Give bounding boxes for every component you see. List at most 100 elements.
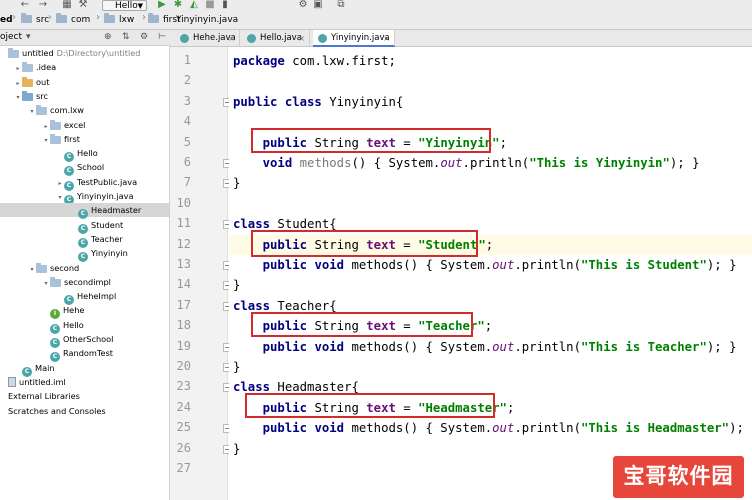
code-token: String [307,237,367,252]
breadcrumb-separator: › [142,12,146,23]
breadcrumb-file[interactable]: Yinyinyin.java [176,13,238,27]
code-line[interactable]: public void methods() { System.out.print… [233,337,737,357]
breadcrumb-com[interactable]: com [56,13,90,27]
tree-item[interactable]: C RandomTest [0,346,169,363]
code-token: } [233,176,241,191]
coverage-icon[interactable]: ◭ [189,0,199,10]
code-line[interactable]: public String text = "Teacher"; [233,316,493,336]
folder-icon [104,13,115,23]
build-icon[interactable]: ⚒ [78,0,88,10]
code-token: Student{ [270,217,337,232]
tree-item[interactable]: ▾ second [0,261,169,275]
code-line[interactable]: class Student{ [233,214,337,234]
tree-item[interactable]: ▸ out [0,75,169,89]
code-token: public class [233,94,322,109]
tree-item[interactable]: ▸ .idea [0,60,169,74]
code-line[interactable]: } [233,173,240,193]
tree-item[interactable]: ▾ secondimpl [0,275,169,289]
code-token: .println( [514,339,581,354]
code-token: public void [262,339,345,354]
code-line[interactable]: public String text = "Headmaster"; [233,398,515,418]
wrench-icon[interactable]: ⚙ [298,0,308,10]
tree-item[interactable]: C Main [0,361,169,377]
back-icon[interactable]: ← [20,0,30,10]
tree-item[interactable]: untitled D:\Directory\untitled [0,46,169,60]
tree-item[interactable]: C OtherSchool [0,332,169,348]
code-line[interactable]: public void methods() { System.out.print… [233,255,737,275]
tree-item[interactable]: C Headmaster [0,203,169,220]
breadcrumb-src[interactable]: src [21,13,49,27]
tree-item[interactable]: ▾ first [0,132,169,146]
breadcrumb-project[interactable]: ed [0,13,13,27]
tree-item[interactable]: ▾ com.lxw [0,103,169,117]
tab-yinyinyin[interactable]: Yinyinyin.java × [313,30,395,47]
tree-item[interactable]: ▾ C Yinyinyin.java [0,189,169,205]
tree-item[interactable]: C School [0,160,169,177]
run-icon[interactable]: ▶ [157,0,167,10]
tree-item[interactable]: C Hello [0,318,169,334]
project-panel-title[interactable]: oject [0,30,22,45]
tree-item[interactable]: External Libraries [0,389,169,403]
tab-hello[interactable]: Hello.java × [242,30,310,47]
sdk-icon[interactable]: ▣ [313,0,323,10]
tree-item[interactable]: C Yinyinyin [0,246,169,263]
line-number: 4 [183,114,191,129]
tree-item[interactable]: untitled.iml [0,375,169,389]
code-token: ); } [669,156,700,170]
code-token: out [492,421,515,436]
code-token: com.lxw.first; [284,54,396,68]
code-line[interactable]: public String text = "Yinyinyin"; [233,133,507,153]
dropdown-icon[interactable]: ▾ [26,30,31,45]
run-config-select[interactable]: Hello ▼ [102,0,147,11]
tree-item[interactable]: ▾ src [0,89,169,103]
layout-icon[interactable]: ⧉ [336,0,346,10]
code-token: public [262,237,308,252]
tree-item-label: External Libraries [8,391,80,402]
tree-item[interactable]: C HeheImpl [0,289,169,306]
settings-icon[interactable]: ⚙ [140,30,148,45]
code-token: methods() { System. [344,421,493,436]
line-number: 14 [176,277,191,292]
code-line[interactable]: void methods() { System.out.println("Thi… [233,153,700,173]
tree-item[interactable]: ▸ C TestPublic.java [0,175,169,191]
folder-icon [50,133,61,144]
tree-item-label: RandomTest [63,348,114,359]
profile-icon[interactable]: ▮ [220,0,230,10]
tree-item[interactable]: Scratches and Consoles [0,404,169,418]
tree-item[interactable]: C Hello [0,146,169,163]
code-line[interactable]: class Teacher{ [233,296,337,316]
code-token: public void [262,421,345,436]
folder-icon [36,262,47,273]
breadcrumb-lxw[interactable]: lxw [104,13,134,27]
code-line[interactable]: } [233,275,240,295]
tab-hehe[interactable]: Hehe.java × [175,30,240,47]
tree-item[interactable]: C Teacher [0,232,169,248]
debug-icon[interactable]: ✱ [173,0,183,10]
hide-icon[interactable]: ⊢ [158,30,166,45]
collapse-icon[interactable]: ⇅ [122,30,130,45]
code-token: = [395,319,419,334]
target-icon[interactable]: ⊕ [104,30,112,45]
code-line[interactable]: } [233,357,240,377]
class-icon [247,34,256,43]
code-line[interactable]: package com.lxw.first; [233,51,396,71]
forward-icon[interactable]: → [38,0,48,10]
code-line[interactable]: public class Yinyinyin{ [233,92,403,112]
close-icon[interactable]: × [228,30,235,47]
close-icon[interactable]: × [298,30,305,47]
project-structure-icon[interactable]: ▦ [62,0,72,10]
stop-icon[interactable]: ■ [205,0,215,10]
code-line[interactable]: } [233,439,240,459]
tree-item[interactable]: C Student [0,218,169,234]
code-line[interactable]: class Headmaster{ [233,377,359,397]
code-line[interactable]: public String text = "Student"; [229,234,752,255]
code-editor[interactable]: package com.lxw.first; public class Yinyi… [229,47,752,500]
folder-icon [22,62,33,73]
tree-item[interactable]: ▸ excel [0,118,169,132]
code-token: "Student [418,237,478,252]
tree-item[interactable]: I Hehe [0,303,169,320]
code-line[interactable]: public void methods() { System.out.print… [233,418,752,438]
close-icon[interactable]: × [383,30,390,47]
